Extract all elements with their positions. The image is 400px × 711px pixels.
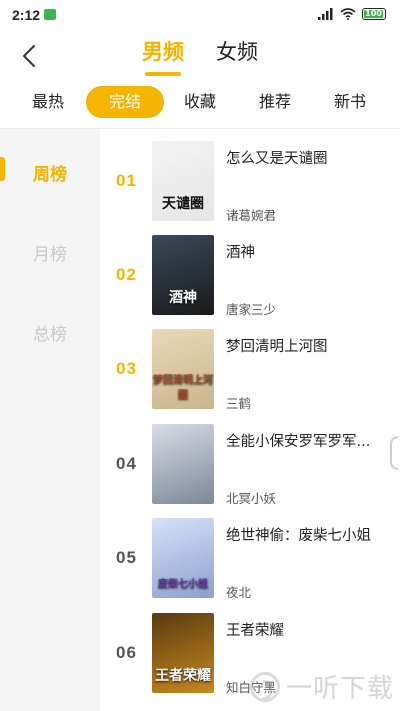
gender-tabs: 男频 女频 <box>0 36 400 76</box>
category-tabs: 最热 完结 收藏 推荐 新书 <box>0 86 400 120</box>
book-title[interactable]: 绝世神偷：废柴七小姐 <box>226 524 386 545</box>
status-bar: 2:12 100 <box>0 0 400 30</box>
tab-female[interactable]: 女频 <box>216 36 258 76</box>
book-row[interactable]: 03 梦回清明上河图 梦回清明上河图 三鹤 <box>100 329 400 419</box>
book-row[interactable]: 02 酒神 酒神 唐家三少 <box>100 235 400 325</box>
book-author: 唐家三少 <box>226 302 277 317</box>
category-tab-favorites[interactable]: 收藏 <box>168 86 232 118</box>
book-rank: 02 <box>116 265 137 284</box>
category-tab-recommended[interactable]: 推荐 <box>243 86 307 118</box>
watermark-text: 一听下载 <box>285 674 394 704</box>
category-tab-hot[interactable]: 最热 <box>16 86 80 118</box>
book-cover[interactable]: 酒神 <box>152 235 214 315</box>
book-list: 01 天谴圈 怎么又是天谴圈 诸葛婉君 02 酒神 酒神 唐家三少 03 梦回清明上河图 梦回清明上… <box>100 129 400 711</box>
sidebar-item-weekly[interactable]: 周榜 <box>0 160 100 185</box>
sidebar: 周榜 月榜 总榜 <box>0 129 100 711</box>
tab-male[interactable]: 男频 <box>142 36 184 76</box>
book-author: 夜北 <box>226 585 252 600</box>
wifi-icon <box>340 8 356 20</box>
book-title[interactable]: 怎么又是天谴圈 <box>226 147 386 168</box>
book-title[interactable]: 王者荣耀 <box>226 619 386 640</box>
notification-app-icon <box>44 9 56 20</box>
header: 男频 女频 <box>0 30 400 80</box>
watermark: 一听下载 <box>249 668 394 705</box>
book-cover[interactable] <box>152 424 214 504</box>
book-cover-title: 废柴七小姐 <box>158 579 208 590</box>
book-cover-title: 王者荣耀 <box>155 668 211 684</box>
book-rank: 04 <box>116 454 137 473</box>
book-cover[interactable]: 天谴圈 <box>152 141 214 221</box>
book-title[interactable]: 酒神 <box>226 241 386 262</box>
book-title[interactable]: 梦回清明上河图 <box>226 335 386 356</box>
app-root: 2:12 100 男频 女频 最热 完结 收藏 推荐 新书 周榜 月榜 总榜 0… <box>0 0 400 711</box>
book-cover[interactable]: 废柴七小姐 <box>152 518 214 598</box>
book-cover[interactable]: 梦回清明上河图 <box>152 329 214 409</box>
sidebar-item-monthly[interactable]: 月榜 <box>0 240 100 265</box>
battery-icon: 100 <box>362 8 386 20</box>
status-time: 2:12 <box>12 7 41 23</box>
book-author: 诸葛婉君 <box>226 208 277 223</box>
book-rank: 05 <box>116 548 137 567</box>
book-author: 三鹤 <box>226 396 252 411</box>
battery-level: 100 <box>364 9 383 18</box>
book-cover-title: 天谴圈 <box>162 196 204 212</box>
book-cover[interactable]: 王者荣耀 <box>152 613 214 693</box>
book-title[interactable]: 全能小保安罗军罗军... <box>226 430 386 451</box>
book-rank: 01 <box>116 171 137 190</box>
category-tab-new[interactable]: 新书 <box>318 86 382 118</box>
watermark-logo-icon <box>249 671 280 702</box>
book-rank: 06 <box>116 643 137 662</box>
sidebar-item-total[interactable]: 总榜 <box>0 320 100 345</box>
book-cover-title: 梦回清明上河图 <box>153 375 213 401</box>
status-icons: 100 <box>318 8 386 20</box>
book-row[interactable]: 04 全能小保安罗军罗军... 北冥小妖 <box>100 424 400 514</box>
book-cover-title: 酒神 <box>169 290 197 306</box>
book-author: 北冥小妖 <box>226 491 277 506</box>
category-tab-finished[interactable]: 完结 <box>86 86 164 118</box>
book-row[interactable]: 05 废柴七小姐 绝世神偷：废柴七小姐夜北 <box>100 518 400 608</box>
book-row[interactable]: 01 天谴圈 怎么又是天谴圈诸葛婉君 <box>100 141 400 231</box>
book-rank: 03 <box>116 359 137 378</box>
signal-icon <box>318 8 333 20</box>
side-drawer-handle[interactable] <box>390 436 398 470</box>
